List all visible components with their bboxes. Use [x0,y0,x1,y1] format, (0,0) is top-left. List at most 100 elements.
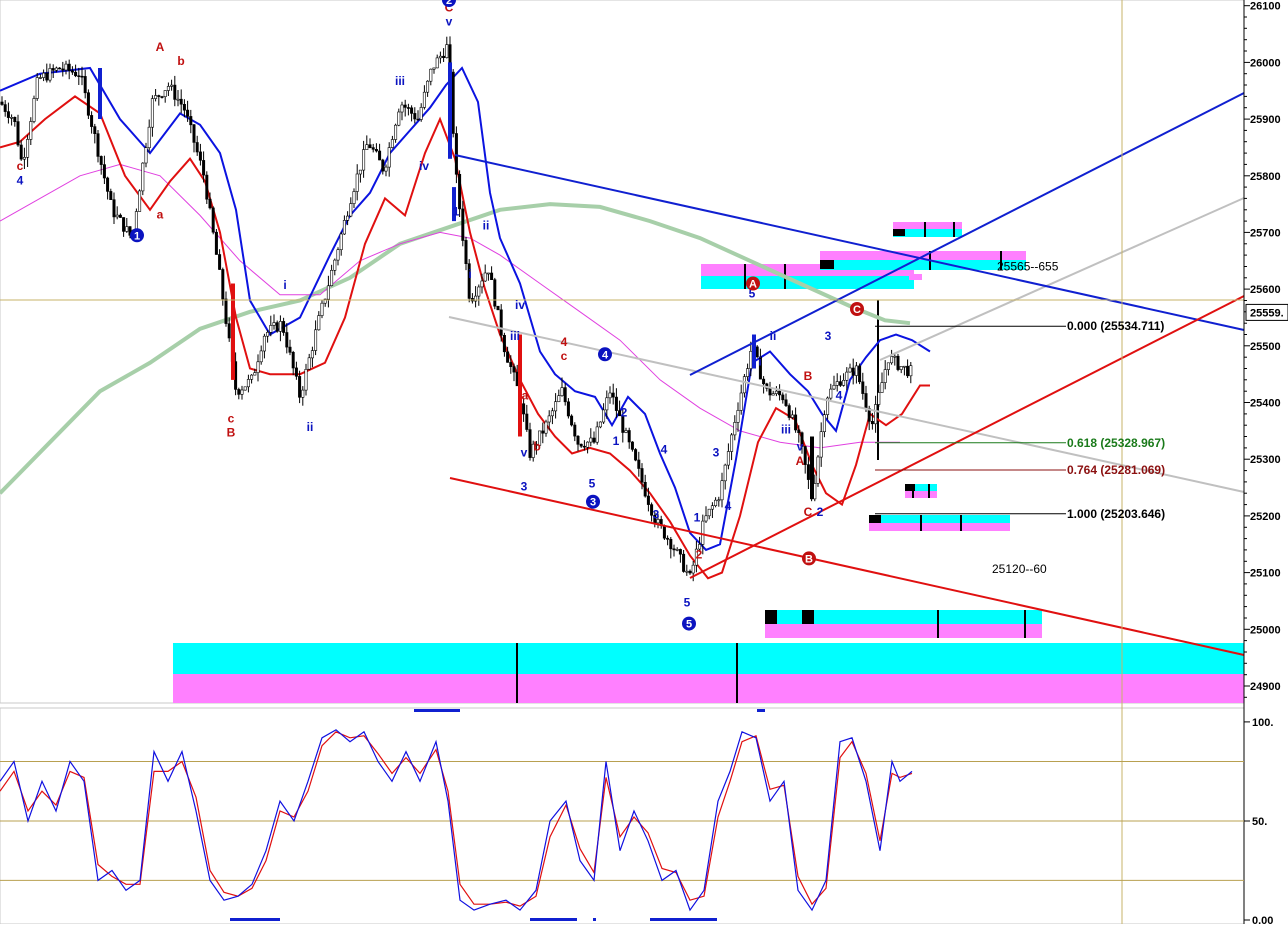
wave-label: v [797,440,804,454]
candle-body [566,401,570,417]
time-marker [650,918,717,921]
fib-level-label: 0.000 (25534.711) [1067,319,1164,333]
wave-label: 2 [817,505,824,519]
wave-label: 3 [713,445,720,459]
zone-marker [905,484,915,491]
candle-body [413,113,417,120]
candle-body [154,95,158,99]
candle-body [784,399,788,406]
wave-label: a [157,207,164,221]
zone-marker [802,610,814,624]
candle-body [624,430,628,433]
candle-body [122,217,126,232]
candle-body [403,104,407,108]
candle-body [432,67,436,70]
candle-body [390,139,394,148]
candle-body [730,434,734,452]
axis-tick-label: 25000 [1250,624,1281,636]
candle-body [16,121,20,146]
candle-body [627,430,631,443]
time-marker [593,918,596,921]
candle-body [13,117,17,123]
candle-body [256,361,260,373]
wave-label: iii [781,423,791,437]
chart-canvas: 0.000 (25534.711) 0.618 (25328.967) 0.764 … [0,0,1288,927]
candle-body [202,160,206,176]
wave-label: ii [307,420,314,434]
candle-body [742,376,746,394]
candle-body [314,329,318,351]
candle-body [64,63,68,71]
candle-body [330,269,334,286]
wave-label: c [228,411,235,425]
candle-body [205,174,209,200]
wave-label: iii [510,329,520,343]
candle-body [787,405,791,418]
candle-body [794,414,798,431]
candle-body [691,564,695,574]
wave-label: b [177,54,184,68]
candle-body [896,355,900,370]
candle-body [746,368,750,377]
candle-body [221,269,225,300]
candle-body [438,55,442,59]
candle-body [704,515,708,522]
candle-body [902,365,906,368]
candle-body [294,367,298,377]
candle-body [346,215,350,221]
current-price-label: 25559. [1250,307,1284,319]
candle-body [874,404,878,425]
time-marker [230,918,280,921]
candle-body [358,169,362,175]
candle-body [781,394,785,401]
candle-body [563,387,567,403]
candle-body [576,435,580,445]
wave-label: ii [483,219,490,233]
candle-body [477,286,481,297]
candle-body [141,162,145,192]
candle-body [819,431,823,458]
wave-label: C [804,505,813,519]
wave-label: c [17,159,24,173]
candle-body [90,115,94,127]
circled-wave-label: 2 [446,0,452,7]
stochastic-level-label: 50. [1252,816,1267,828]
candle-body [640,468,644,483]
candle-body [595,426,599,443]
candle-body [726,451,730,466]
target-zone [173,643,1244,674]
candle-body [547,415,551,423]
zone-range-label: 25565--655 [997,260,1059,274]
candle-body [192,124,196,143]
axis-tick-label: 26000 [1250,57,1281,69]
candle-body [736,410,740,423]
candle-body [525,413,529,430]
target-zone [909,274,922,280]
candle-body [269,325,273,333]
zone-range-label: 25120--60 [992,562,1047,576]
candle-body [240,389,244,395]
candle-body [816,456,820,484]
wave-label: 2 [696,547,703,561]
candle-body [224,298,228,324]
candle-body [560,387,564,397]
candle-body [352,191,356,204]
highlight-bar [231,283,235,380]
candle-body [38,77,42,79]
candle-body [381,159,385,172]
candle-body [544,421,548,434]
candle-body [22,157,26,160]
candle-body [883,369,887,383]
highlight-bar [98,68,102,119]
candle-body [195,142,199,153]
candle-body [374,149,378,152]
candle-body [598,421,602,428]
candle-body [557,395,561,403]
candle-body [528,429,532,458]
candle-body [26,139,30,158]
wave-label: c [561,349,568,363]
target-zone [869,523,1010,531]
candle-body [829,388,833,399]
wave-label: iii [395,74,405,88]
candle-body [762,378,766,385]
